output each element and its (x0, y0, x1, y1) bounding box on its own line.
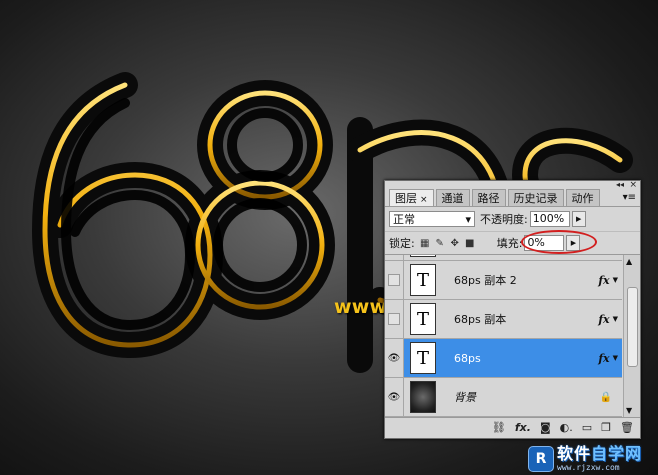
trash-icon[interactable]: 🗑 (620, 421, 634, 434)
folder-icon[interactable]: ▭ (582, 421, 592, 434)
fx-icon[interactable]: fx (598, 313, 609, 326)
logo-url: www.rjzxw.com (557, 463, 620, 472)
tab-actions[interactable]: 动作 (565, 189, 600, 206)
scroll-up-icon[interactable]: ▲ (626, 257, 632, 266)
tab-paths[interactable]: 路径 (471, 189, 506, 206)
panel-tabs: 图层 × 通道 路径 历史记录 动作 ▾≡ (385, 189, 640, 207)
lock-row: 锁定: ▦ ✎ ✥ ■ 填充: 0% ▶ (385, 230, 640, 255)
lock-transparent-icon[interactable]: ▦ (419, 237, 431, 249)
layer-name: 背景 (454, 391, 476, 404)
fill-slider-button[interactable]: ▶ (566, 235, 581, 251)
link-icon[interactable]: ⛓ (492, 421, 506, 434)
background-thumbnail (410, 381, 436, 413)
mask-icon[interactable]: ◙ (540, 421, 551, 434)
new-layer-icon[interactable]: ❐ (601, 421, 611, 434)
fx-icon[interactable]: fx (598, 274, 609, 287)
layers-scrollbar[interactable]: ▲ ▼ (623, 255, 640, 417)
blend-row: 正常 ▾ 不透明度: 100% ▶ (385, 207, 640, 231)
eye-icon[interactable]: 👁 (385, 378, 404, 416)
tab-close-icon[interactable]: × (420, 195, 428, 205)
logo-title-b: 自学网 (591, 444, 643, 463)
blend-mode-value: 正常 (393, 213, 415, 226)
panel-titlebar: ◂◂ × (385, 180, 640, 190)
scrollbar-thumb[interactable] (627, 287, 638, 367)
tab-channels[interactable]: 通道 (435, 189, 470, 206)
fill-control: 填充: 0% ▶ (497, 235, 581, 251)
opacity-label: 不透明度: (480, 213, 528, 226)
close-icon[interactable]: × (629, 180, 637, 190)
logo-title: 软件自学网 (557, 446, 642, 462)
outline-text-front (61, 98, 307, 330)
layers-list: T 68ps 副本 2 fx ▼ T 68ps 副本 fx ▼ 👁 T 68ps… (385, 255, 640, 417)
lock-icon: 🔒 (599, 391, 612, 403)
panel-menu-icon[interactable]: ▾≡ (623, 189, 636, 206)
text-layer-thumbnail: T (410, 264, 436, 296)
layer-row-selected[interactable]: 👁 T 68ps fx ▼ (385, 339, 622, 378)
lock-all-icon[interactable]: ■ (464, 237, 476, 249)
text-layer-thumbnail: T (410, 303, 436, 335)
collapse-icon[interactable]: ◂◂ (616, 180, 624, 189)
logo-text: 软件自学网 www.rjzxw.com (557, 446, 642, 472)
lock-image-icon[interactable]: ✎ (434, 237, 446, 249)
layers-panel: ◂◂ × 图层 × 通道 路径 历史记录 动作 ▾≡ 正常 ▾ 不透明度: 100… (384, 180, 641, 439)
tab-history[interactable]: 历史记录 (507, 189, 564, 206)
lock-position-icon[interactable]: ✥ (449, 237, 461, 249)
expand-effects-icon[interactable]: ▼ (613, 354, 618, 362)
layer-row[interactable]: T 68ps 副本 fx ▼ (385, 300, 622, 339)
scroll-down-icon[interactable]: ▼ (626, 406, 632, 415)
fx-icon[interactable]: fx. (515, 421, 531, 434)
lock-label: 锁定: (389, 237, 415, 250)
tab-layers[interactable]: 图层 × (389, 189, 434, 206)
fill-input[interactable]: 0% (524, 235, 565, 251)
lock-icons: ▦ ✎ ✥ ■ (419, 237, 479, 249)
fx-icon[interactable]: fx (598, 352, 609, 365)
text-layer-thumbnail: T (410, 342, 436, 374)
blend-mode-select[interactable]: 正常 ▾ (389, 211, 475, 227)
opacity-input[interactable]: 100% (529, 211, 570, 227)
rjzxw-logo: R 软件自学网 www.rjzxw.com (528, 443, 658, 475)
layer-row[interactable]: T 68ps 副本 2 fx ▼ (385, 261, 622, 300)
visibility-toggle[interactable] (385, 300, 404, 338)
layer-name: 68ps (454, 351, 481, 365)
opacity-slider-button[interactable]: ▶ (571, 211, 586, 227)
visibility-toggle[interactable] (385, 255, 404, 260)
panel-bottom-toolbar: ⛓ fx. ◙ ◐. ▭ ❐ 🗑 (385, 417, 640, 436)
expand-effects-icon[interactable]: ▼ (613, 315, 618, 323)
logo-badge: R (528, 446, 554, 472)
logo-title-a: 软件 (557, 444, 592, 463)
eye-icon[interactable]: 👁 (385, 339, 404, 377)
adjustment-icon[interactable]: ◐. (560, 421, 573, 434)
chevron-down-icon: ▾ (465, 212, 471, 226)
expand-effects-icon[interactable]: ▼ (613, 276, 618, 284)
fill-label: 填充: (496, 237, 523, 250)
layer-thumbnail (410, 255, 436, 257)
visibility-toggle[interactable] (385, 261, 404, 299)
layer-name: 68ps 副本 2 (454, 274, 517, 287)
layer-row-background[interactable]: 👁 背景 🔒 (385, 378, 622, 417)
layer-name: 68ps 副本 (454, 313, 507, 326)
tab-layers-label: 图层 (395, 192, 417, 205)
